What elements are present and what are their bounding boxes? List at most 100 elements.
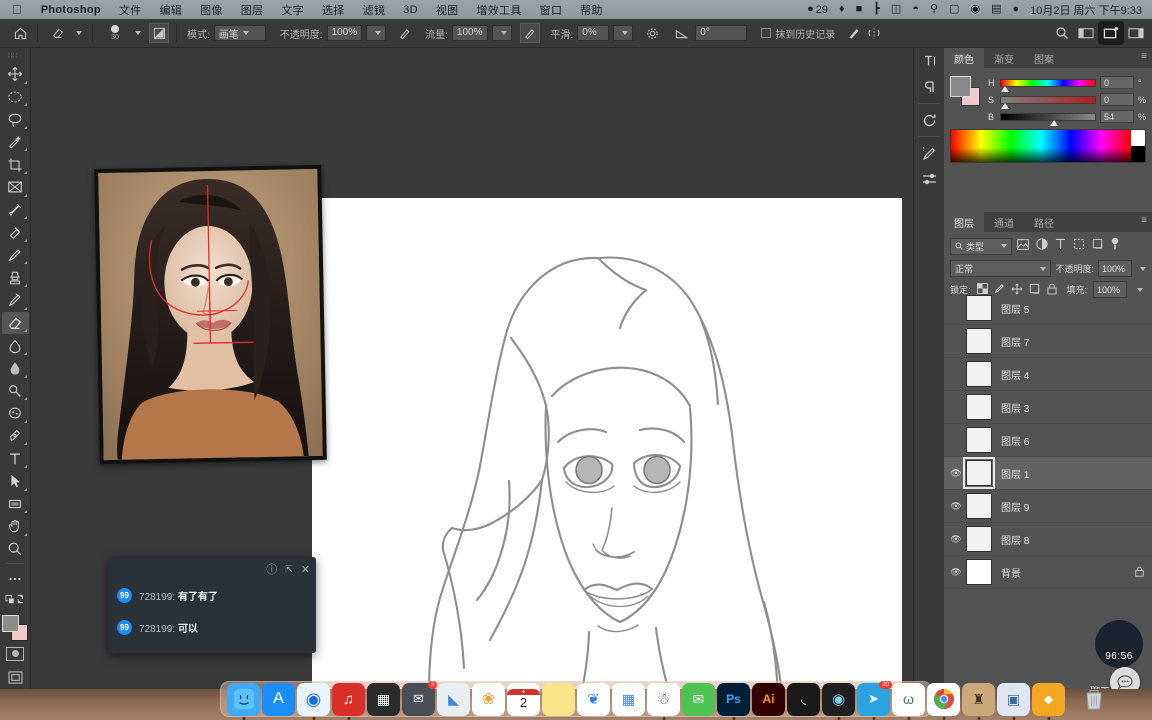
layer-name[interactable]: 图层 8 <box>1001 532 1029 547</box>
dock-item-wacom[interactable]: ω <box>892 682 925 720</box>
adjustments-icon[interactable] <box>914 166 945 192</box>
tab-pattern[interactable]: 图案 <box>1024 48 1064 68</box>
layer-name[interactable]: 图层 7 <box>1001 334 1029 349</box>
sidebar-item-healing-brush-tool[interactable] <box>2 221 29 244</box>
home-icon[interactable] <box>10 23 30 43</box>
menu-item-select[interactable]: 选择 <box>313 2 354 18</box>
tab-gradient[interactable]: 渐变 <box>984 48 1024 68</box>
tablet-pressure-size-icon[interactable] <box>844 23 864 43</box>
layer-name[interactable]: 图层 4 <box>1001 367 1029 382</box>
menu-item-image[interactable]: 图像 <box>191 2 232 18</box>
tab-channels[interactable]: 通道 <box>984 212 1024 232</box>
dock-item-mail[interactable]: ✉ 3 <box>402 680 437 716</box>
brightness-slider[interactable] <box>1000 112 1096 126</box>
dock-item-transfer-app[interactable]: ◆ <box>1032 682 1065 720</box>
filter-type-icon[interactable] <box>1055 237 1066 255</box>
saturation-slider[interactable] <box>1000 95 1096 109</box>
dock-item-wechat[interactable]: ✉ <box>682 682 715 716</box>
sidebar-item-eraser-tool[interactable] <box>1 311 29 335</box>
brightness-value[interactable]: 54 <box>1100 110 1134 123</box>
dock-item-game-app[interactable]: ♜ <box>962 682 995 720</box>
layer-filter-select[interactable]: 类型 <box>950 237 1012 255</box>
scissors-icon[interactable]: ┣ <box>873 4 880 15</box>
paragraph-panel-icon[interactable] <box>914 74 945 100</box>
dock-item-google-suite[interactable]: ▦ <box>612 682 645 716</box>
filter-smart-icon[interactable] <box>1092 237 1104 255</box>
smoothing-control[interactable]: 平滑: 0% <box>548 25 637 41</box>
filter-adjustment-icon[interactable] <box>1036 237 1048 255</box>
menu-item-layer[interactable]: 图层 <box>232 2 273 18</box>
dock-item-app-store[interactable]: A <box>262 682 295 716</box>
dock-item-screen-share[interactable]: ▣ <box>997 682 1030 720</box>
sidebar-item-marquee-tool[interactable] <box>2 86 29 109</box>
layer-name[interactable]: 图层 9 <box>1001 499 1029 514</box>
foreground-color-swatch[interactable] <box>950 76 971 97</box>
color-panel-swatches[interactable] <box>950 76 980 106</box>
dock-item-preview[interactable]: ◉ <box>822 682 855 720</box>
saturation-value[interactable]: 0 <box>1100 93 1134 106</box>
black-swatch[interactable] <box>1131 146 1145 162</box>
brightness-slider-row[interactable]: B 54 % <box>988 110 1146 126</box>
screen-icon[interactable]: ▢ <box>949 4 959 15</box>
chevron-down-icon[interactable] <box>1140 266 1146 271</box>
screen-mode-icon[interactable] <box>2 667 29 690</box>
sidebar-item-move-tool[interactable] <box>2 63 29 86</box>
foreground-color-swatch[interactable] <box>2 614 19 632</box>
sidebar-item-eyedropper-tool[interactable] <box>2 199 29 222</box>
opacity-stepper[interactable] <box>366 25 387 41</box>
spectrum-gradient[interactable] <box>951 130 1131 162</box>
layer-thumbnail[interactable] <box>966 361 992 387</box>
dock-item-qq[interactable]: ☃ <box>647 682 680 720</box>
tab-layers[interactable]: 图层 <box>944 212 984 232</box>
hue-slider-row[interactable]: H 0 ° <box>988 76 1146 92</box>
menubar-clock[interactable]: 10月2日 周六 下午9:33 <box>1030 2 1142 18</box>
sidebar-item-hand-tool[interactable] <box>2 515 29 538</box>
sidebar-item-history-brush-tool[interactable] <box>2 289 29 312</box>
dock-item-photos[interactable]: ❀ <box>472 682 505 716</box>
wifi-icon[interactable]: ◓ <box>912 4 919 15</box>
smoothing-stepper[interactable] <box>613 25 634 41</box>
saturation-slider-row[interactable]: S 0 % <box>988 93 1146 109</box>
menu-item-file[interactable]: 文件 <box>110 2 151 18</box>
sidebar-item-brush-tool[interactable] <box>2 244 29 267</box>
filter-pixel-icon[interactable] <box>1017 237 1029 255</box>
menu-item-window[interactable]: 窗口 <box>531 2 572 18</box>
chat-message[interactable]: 99 728199: 有了有了 <box>108 583 316 607</box>
table-row[interactable]: 图层 3 <box>944 391 1152 424</box>
panel-menu-icon[interactable]: ≡ <box>1141 52 1147 62</box>
character-panel-icon[interactable] <box>914 48 945 74</box>
layer-name[interactable]: 图层 5 <box>1001 301 1029 316</box>
menu-item-3d[interactable]: 3D <box>394 4 427 16</box>
layer-name[interactable]: 图层 3 <box>1001 400 1029 415</box>
sidebar-item-blur-tool[interactable] <box>2 357 29 380</box>
layer-list[interactable]: 图层 5 图层 7 图层 4 图层 3 图层 6 👁 图层 1 👁 图层 9 👁… <box>944 292 1152 637</box>
checkbox[interactable] <box>761 28 772 38</box>
flow-stepper[interactable] <box>491 25 512 41</box>
angle-value[interactable]: 0° <box>695 25 748 41</box>
layer-thumbnail[interactable] <box>966 394 992 420</box>
chat-popup[interactable]: ⓘ ⇱ ✕ 99 728199: 有了有了 99 728199: 可以 <box>108 557 316 653</box>
layer-thumbnail[interactable] <box>963 457 995 489</box>
layer-thumbnail[interactable] <box>966 559 992 585</box>
layer-opacity-value[interactable]: 100% <box>1098 260 1132 277</box>
menu-item-photoshop[interactable]: Photoshop <box>32 4 110 16</box>
control-center-icon[interactable]: ◉ <box>970 4 980 15</box>
sidebar-item-sponge-tool[interactable] <box>2 402 29 425</box>
spotlight-icon[interactable]: ⚲ <box>930 4 938 15</box>
share-screen-icon[interactable] <box>1098 21 1124 45</box>
dock-item-notes[interactable] <box>542 682 575 716</box>
tab-paths[interactable]: 路径 <box>1024 212 1064 232</box>
session-timer[interactable]: 96:56 <box>1095 620 1143 668</box>
sidebar-item-gradient-tool[interactable] <box>2 334 29 357</box>
layer-thumbnail[interactable] <box>966 295 992 321</box>
help-icon[interactable]: ⓘ <box>266 561 277 577</box>
layer-thumbnail[interactable] <box>966 493 992 519</box>
flow-control[interactable]: 流量: 100% <box>422 25 514 41</box>
history-panel-icon[interactable] <box>914 107 945 133</box>
battery-status[interactable]: ● 29 <box>807 4 828 16</box>
slider-knob[interactable] <box>1001 85 1009 92</box>
table-row[interactable]: 👁 图层 8 <box>944 523 1152 556</box>
apple-icon[interactable]:  <box>12 3 22 16</box>
tab-color[interactable]: 颜色 <box>944 48 984 68</box>
opacity-control[interactable]: 不透明度: 100% <box>277 25 389 41</box>
